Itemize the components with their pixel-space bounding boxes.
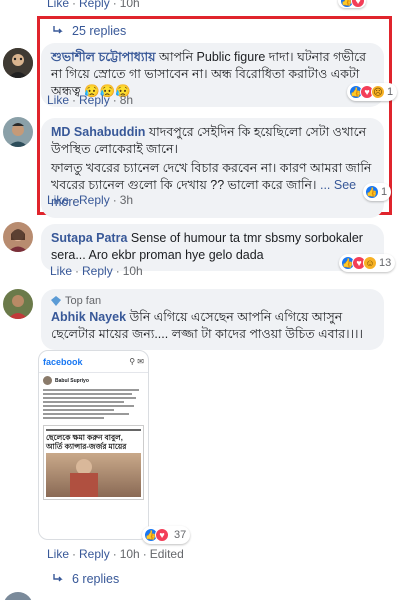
view-replies-button[interactable]: 25 replies	[52, 24, 126, 38]
view-replies-button[interactable]: 6 replies	[52, 572, 119, 586]
comment-meta: Like · Reply · 10h · Edited	[47, 547, 184, 561]
comment-meta: Like · Reply · 8h	[47, 93, 134, 107]
reaction-count: 13	[379, 257, 392, 269]
avatar	[43, 376, 52, 385]
comment-meta: Like · Reply · 3h	[47, 193, 134, 207]
timestamp: 10h	[122, 264, 143, 278]
reaction-count: 1	[381, 186, 388, 198]
commenter-name[interactable]: Abhik Nayek	[51, 310, 126, 324]
reply-link[interactable]: Reply	[82, 264, 113, 278]
timestamp: 10h	[119, 547, 140, 561]
reply-link[interactable]: Reply	[79, 0, 110, 10]
reaction-count: 1	[387, 86, 394, 98]
reaction-summary[interactable]: 👍 ♥ 37	[142, 526, 191, 544]
commenter-name[interactable]: MD Sahabuddin	[51, 125, 145, 139]
diamond-icon	[51, 296, 61, 306]
newspaper-photo	[46, 453, 141, 497]
like-link[interactable]: Like	[50, 264, 72, 278]
reply-link[interactable]: Reply	[79, 547, 110, 561]
commenter-name[interactable]: শুভাশীল চট্টোপাধ্যায়	[51, 50, 155, 64]
comment-meta: Like · Reply · 10h	[50, 264, 143, 278]
reaction-summary[interactable]: 👍 1	[363, 183, 392, 201]
profile-name: Babul Supriyo	[55, 377, 89, 384]
top-fan-badge: Top fan	[51, 295, 374, 307]
top-comment-meta: Like · Reply · 10h	[47, 0, 140, 10]
timestamp: 10h	[119, 0, 140, 10]
like-link[interactable]: Like	[47, 0, 69, 10]
sad-reaction-icon: ☹	[371, 85, 385, 99]
newspaper-clipping: ছেলেকে ক্ষমা করুন বাবুল, আর্তি ক্যান্সার…	[43, 425, 144, 500]
edited-label: Edited	[149, 547, 184, 561]
replies-count-label: 6 replies	[72, 572, 120, 586]
post-text-lines	[43, 389, 144, 419]
reaction-summary[interactable]: 👍 ♥ ☹ 1	[347, 83, 398, 101]
newspaper-headline: ছেলেকে ক্ষমা করুন বাবুল, আর্তি ক্যান্সার…	[46, 433, 127, 451]
haha-reaction-icon: ☺	[363, 256, 377, 270]
reaction-count: 37	[174, 529, 187, 541]
reply-link[interactable]: Reply	[79, 193, 110, 207]
love-reaction-icon: ♥	[155, 528, 169, 542]
reply-link[interactable]: Reply	[79, 93, 110, 107]
love-reaction-icon: ♥	[351, 0, 365, 8]
avatar[interactable]	[3, 222, 33, 252]
like-link[interactable]: Like	[47, 193, 69, 207]
like-link[interactable]: Like	[47, 547, 69, 561]
comment-bubble: Top fan Abhik Nayek উনি এগিয়ে এসেছেন আপ…	[41, 289, 384, 350]
timestamp: 3h	[119, 193, 134, 207]
commenter-name[interactable]: Sutapa Patra	[51, 231, 127, 245]
timestamp: 8h	[119, 93, 134, 107]
facebook-logo: facebook	[43, 356, 83, 367]
avatar[interactable]	[3, 117, 33, 147]
reply-arrow-icon	[53, 26, 63, 34]
reply-arrow-icon	[53, 574, 63, 582]
search-icon: ⚲ ✉	[129, 357, 144, 366]
reaction-summary[interactable]: 👍 ♥ ☺ 13	[339, 254, 396, 272]
like-reaction-icon: 👍	[365, 185, 379, 199]
avatar[interactable]	[3, 48, 33, 78]
like-link[interactable]: Like	[47, 93, 69, 107]
reaction-summary[interactable]: 👍 ♥	[338, 0, 366, 8]
avatar[interactable]	[3, 289, 33, 319]
comment-attachment-image[interactable]: facebook ⚲ ✉ Babul Supriyo ছেলেকে ক্ষমা …	[38, 350, 149, 540]
avatar[interactable]	[3, 592, 33, 600]
replies-count-label: 25 replies	[72, 24, 127, 38]
